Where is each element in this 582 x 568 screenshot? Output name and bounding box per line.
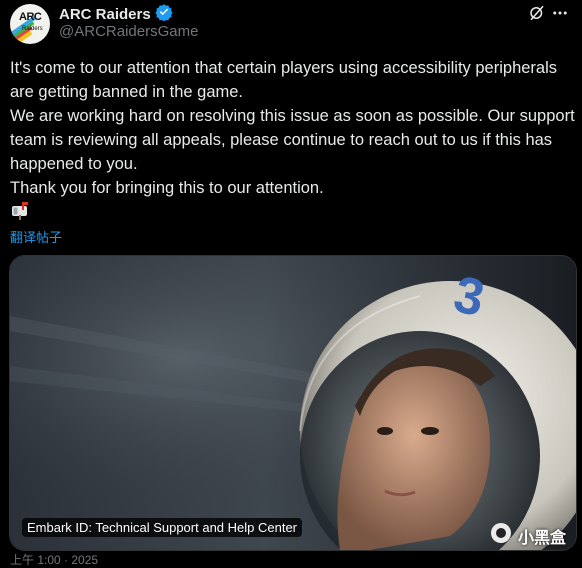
tweet-text: It's come to our attention that certain … xyxy=(10,59,575,197)
avatar-logo-subtext: Raiders xyxy=(22,26,43,32)
account-handle[interactable]: @ARCRaidersGame xyxy=(59,23,198,40)
mailbox-icon xyxy=(10,201,32,226)
astronaut-image: 3 xyxy=(10,256,576,550)
translate-post-link[interactable]: 翻译帖子 xyxy=(10,227,62,246)
watermark-logo-icon xyxy=(490,522,512,549)
more-options-icon[interactable] xyxy=(550,4,570,27)
avatar-logo-text: ARC xyxy=(19,11,42,23)
watermark: 小黑盒 xyxy=(490,522,566,549)
watermark-text: 小黑盒 xyxy=(518,529,567,547)
media-caption[interactable]: Embark ID: Technical Support and Help Ce… xyxy=(22,518,303,537)
avatar[interactable]: ARC Raiders xyxy=(10,4,50,44)
account-name[interactable]: ARC Raiders xyxy=(59,6,151,23)
grok-icon[interactable] xyxy=(528,4,546,27)
media-card[interactable]: 3 Embark ID: Technical Support and Help … xyxy=(9,255,577,551)
